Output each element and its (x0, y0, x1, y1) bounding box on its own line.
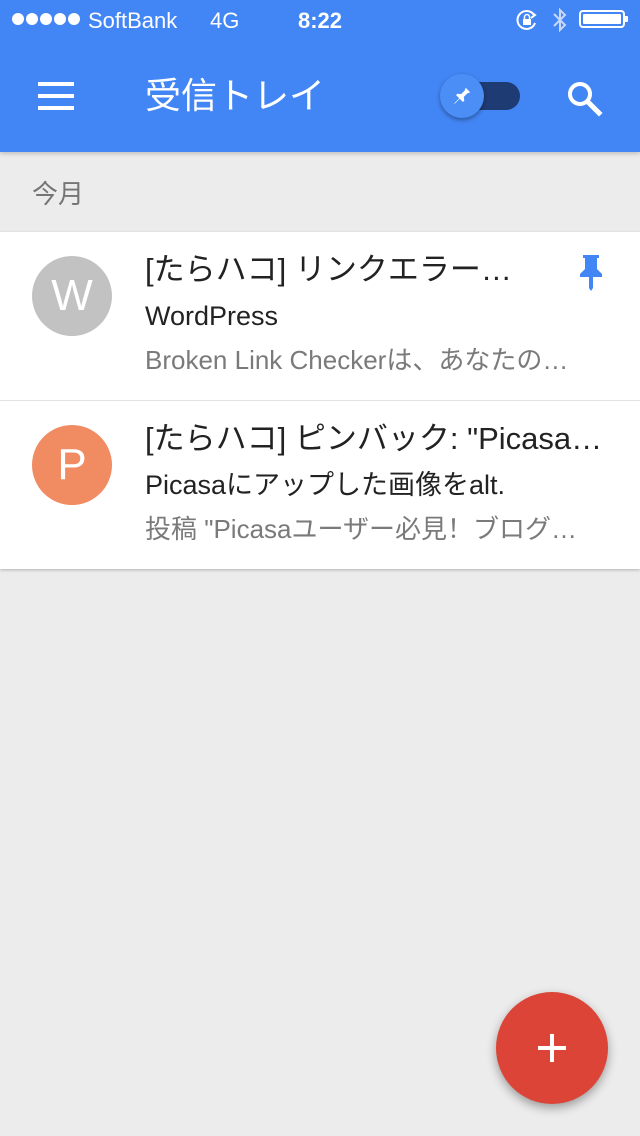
status-time: 8:22 (297, 8, 343, 33)
toggle-thumb (440, 74, 484, 118)
bluetooth-icon (553, 7, 567, 33)
search-icon (568, 82, 603, 117)
compose-button[interactable] (496, 992, 608, 1104)
pin-icon (454, 87, 471, 104)
page-title: 受信トレイ (145, 75, 326, 116)
search-button[interactable] (556, 72, 612, 122)
mail-snippet: Broken Link Checkerは、あなたの… (145, 345, 569, 375)
mail-item[interactable]: P [たらハコ] ピンバック: "Picasa… Picasaにアップした画像を… (0, 400, 640, 569)
mail-subject: [たらハコ] リンクエラー… (145, 252, 512, 287)
section-header: 今月 (0, 152, 640, 232)
mail-list: W [たらハコ] リンクエラー… WordPress Broken Link C… (0, 232, 640, 569)
plus-icon (538, 1034, 566, 1062)
pin-filter-toggle[interactable] (440, 74, 524, 118)
mail-item[interactable]: W [たらハコ] リンクエラー… WordPress Broken Link C… (0, 232, 640, 400)
rotation-lock-icon (516, 10, 537, 30)
avatar: P (32, 425, 112, 505)
section-label: 今月 (32, 179, 85, 209)
mail-sender: WordPress (145, 301, 279, 331)
mail-snippet: 投稿 "Picasaユーザー必見！ブログ… (145, 514, 577, 544)
avatar: W (32, 256, 112, 336)
mail-subject: [たらハコ] ピンバック: "Picasa… (145, 421, 603, 456)
pin-icon[interactable] (576, 252, 606, 292)
app-header: SoftBank 4G 8:22 受信トレイ (0, 0, 640, 152)
mail-sender: Picasaにアップした画像をalt. (145, 470, 506, 500)
battery-icon (579, 10, 628, 28)
menu-button[interactable] (20, 72, 92, 120)
status-bar: SoftBank 4G 8:22 (0, 0, 640, 40)
